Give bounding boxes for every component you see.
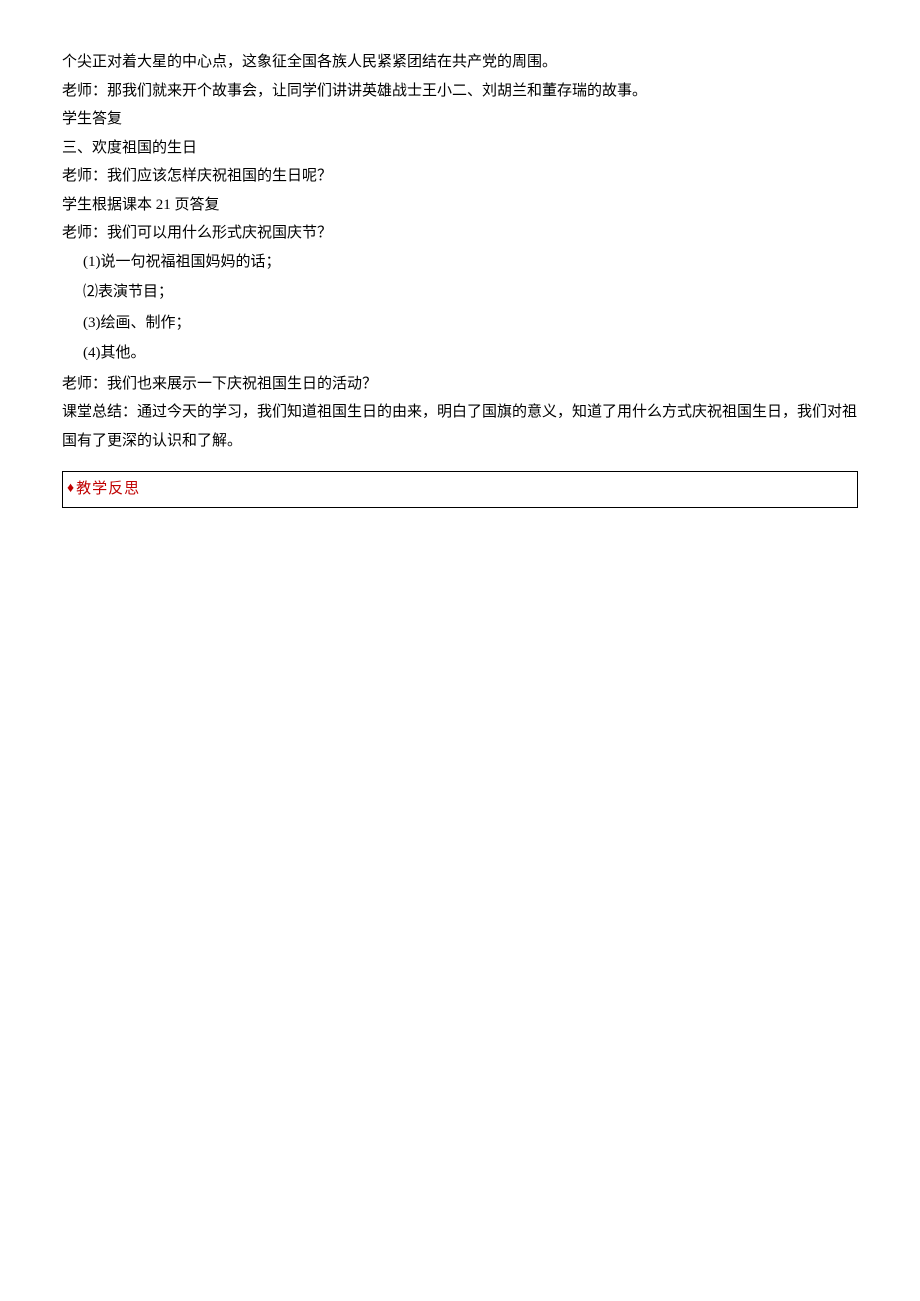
body-line: 老师：我们可以用什么形式庆祝国庆节？	[62, 219, 858, 248]
body-line: 学生答复	[62, 105, 858, 134]
list-item: (1)说一句祝福祖国妈妈的话；	[62, 248, 858, 277]
body-line: 老师：我们应该怎样庆祝祖国的生日呢？	[62, 162, 858, 191]
body-line: 老师：我们也来展示一下庆祝祖国生日的活动？	[62, 370, 858, 399]
document-page: 个尖正对着大星的中心点，这象征全国各族人民紧紧团结在共产党的周围。 老师：那我们…	[0, 0, 920, 508]
section-box: ♦教学反思	[62, 471, 858, 508]
list-item: ⑵表演节目；	[62, 278, 858, 307]
body-line: 个尖正对着大星的中心点，这象征全国各族人民紧紧团结在共产党的周围。	[62, 48, 858, 77]
body-line: 老师：那我们就来开个故事会，让同学们讲讲英雄战士王小二、刘胡兰和董存瑞的故事。	[62, 77, 858, 106]
body-line: 学生根据课本 21 页答复	[62, 191, 858, 220]
list-item: (4)其他。	[62, 339, 858, 368]
list-item: (3)绘画、制作；	[62, 309, 858, 338]
section-label: 教学反思	[76, 481, 140, 497]
summary-line: 课堂总结：通过今天的学习，我们知道祖国生日的由来，明白了国旗的意义，知道了用什么…	[62, 398, 858, 455]
diamond-icon: ♦	[67, 481, 74, 496]
heading-line: 三、欢度祖国的生日	[62, 134, 858, 163]
